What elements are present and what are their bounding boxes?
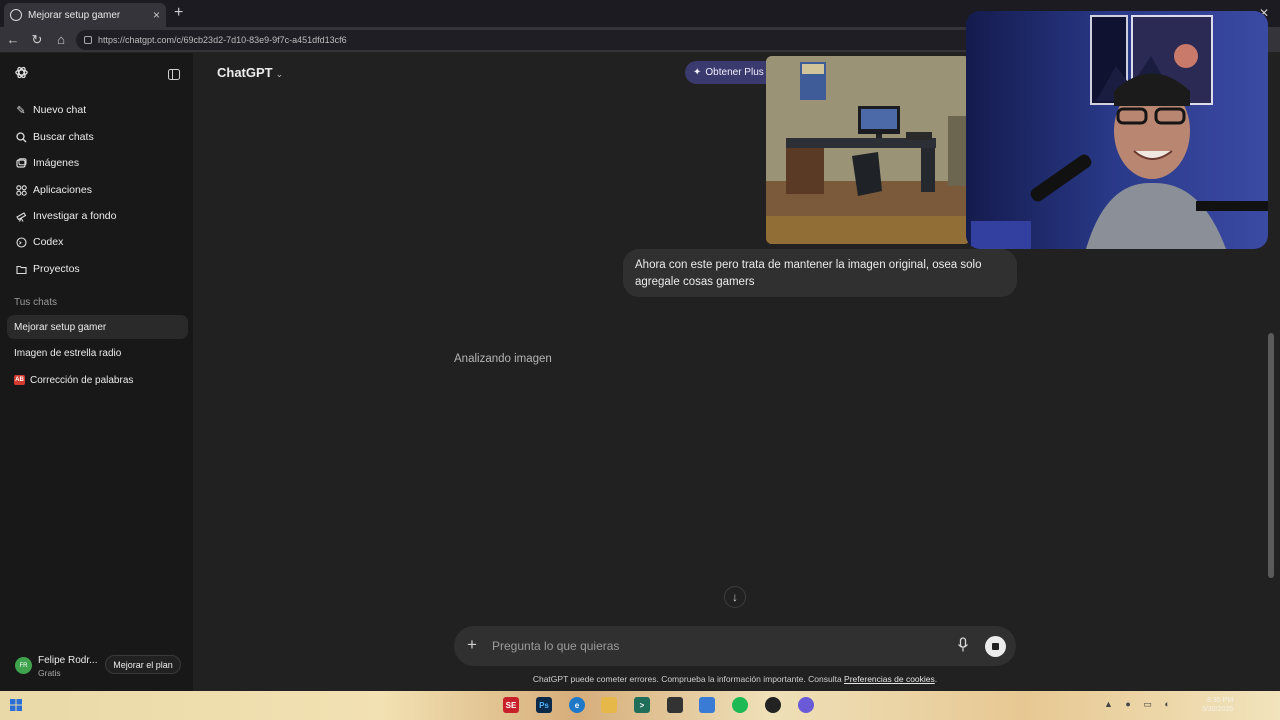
analyzing-status: Analizando imagen (454, 353, 552, 365)
lock-icon (84, 36, 92, 44)
webcam-overlay (966, 11, 1268, 249)
clock-date: 3/30/2026 (1202, 706, 1234, 713)
back-icon[interactable]: ← (5, 32, 21, 47)
section-label-tus-chats: Tus chats (14, 297, 57, 308)
windows-start-icon[interactable] (10, 699, 22, 711)
home-icon[interactable]: ⌂ (53, 32, 69, 47)
chatgpt-favicon-icon (10, 9, 22, 21)
page-scrollbar[interactable] (1268, 333, 1274, 578)
ab-badge-icon: AB (14, 375, 25, 385)
user-plan: Gratis (38, 668, 61, 678)
url-text: https://chatgpt.com/c/69cb23d2-7d10-83e9… (98, 35, 347, 45)
chat-item-estrella-radio[interactable]: Imagen de estrella radio (7, 341, 188, 365)
sidebar-item-label: Nuevo chat (33, 104, 87, 116)
sidebar-item-label: Codex (33, 236, 64, 248)
arrow-down-icon: ↓ (732, 590, 738, 604)
chevron-down-icon: ⌄ (275, 69, 284, 79)
cookie-preferences-link[interactable]: Preferencias de cookies (844, 674, 935, 684)
browser-tab[interactable]: Mejorar setup gamer × (4, 3, 166, 27)
apps-icon (15, 184, 27, 196)
sidebar-item-nuevo-chat[interactable]: ✎ Nuevo chat (8, 98, 188, 122)
sidebar-item-aplicaciones[interactable]: Aplicaciones (8, 178, 188, 202)
model-label: ChatGPT (217, 65, 273, 80)
uploaded-room-image[interactable] (766, 56, 970, 244)
model-selector[interactable]: ChatGPT ⌄ (217, 65, 283, 80)
disclaimer: ChatGPT puede cometer errores. Comprueba… (454, 674, 1016, 684)
openai-logo-icon[interactable] (14, 65, 29, 85)
search-icon (15, 131, 27, 143)
taskbar-clock[interactable]: 8:35 PM 3/30/2026 (1202, 696, 1233, 714)
get-plus-label: Obtener Plus (705, 67, 764, 78)
chat-item-mejorar-setup[interactable]: Mejorar setup gamer (7, 315, 188, 339)
url-field[interactable]: https://chatgpt.com/c/69cb23d2-7d10-83e9… (76, 30, 976, 50)
stop-icon (992, 643, 999, 650)
tab-close-icon[interactable]: × (153, 8, 160, 22)
microphone-icon[interactable] (957, 637, 973, 655)
sidebar-item-imagenes[interactable]: Imágenes (8, 151, 188, 175)
composer: + (454, 626, 1016, 666)
disclaimer-end: . (934, 674, 938, 684)
sidebar-item-label: Buscar chats (33, 131, 94, 143)
sidebar-item-label: Imágenes (33, 157, 80, 169)
discord-icon[interactable] (798, 697, 814, 713)
codex-icon (15, 236, 27, 248)
terminal-icon[interactable]: > (634, 697, 650, 713)
chat-item-label: Mejorar setup gamer (14, 321, 107, 333)
taskbar: SE Ps e > ▲ ● ▭ ◐ 8:35 PM 3/30/2026 (0, 691, 1280, 720)
images-icon (15, 157, 27, 169)
chat-item-label: Corrección de palabras (30, 374, 134, 386)
clock-time: 8:35 PM (1207, 697, 1234, 704)
chat-item-correccion[interactable]: AB Corrección de palabras (7, 368, 188, 392)
sidebar-item-investigar[interactable]: Investigar a fondo (8, 204, 188, 228)
app-icon[interactable] (667, 697, 683, 713)
system-tray-icons[interactable]: ▲ ● ▭ ◐ (1104, 699, 1175, 710)
reload-icon[interactable]: ↻ (29, 32, 45, 48)
upgrade-plan-button[interactable]: Mejorar el plan (105, 655, 181, 674)
app-se-icon[interactable]: SE (503, 697, 519, 713)
sidebar-item-label: Aplicaciones (33, 184, 92, 196)
user-name: Felipe Rodr... (38, 655, 98, 666)
prompt-input[interactable] (492, 637, 912, 655)
scroll-down-button[interactable]: ↓ (724, 586, 746, 608)
avatar[interactable]: FR (15, 657, 32, 674)
sparkle-icon: ✦ (693, 67, 702, 78)
chat-item-label: Imagen de estrella radio (14, 347, 122, 359)
chart-app-icon[interactable] (699, 697, 715, 713)
file-explorer-icon[interactable] (601, 697, 617, 713)
sidebar-item-label: Proyectos (33, 263, 80, 275)
edit-icon: ✎ (16, 104, 26, 117)
sidebar-item-label: Investigar a fondo (33, 210, 117, 222)
folder-icon (15, 263, 27, 275)
telescope-icon (15, 210, 27, 222)
user-message-bubble: Ahora con este pero trata de mantener la… (623, 249, 1017, 297)
photoshop-icon[interactable]: Ps (536, 697, 552, 713)
disclaimer-text: ChatGPT puede cometer errores. Comprueba… (532, 674, 845, 684)
stop-generating-button[interactable] (985, 636, 1006, 657)
tab-title: Mejorar setup gamer (28, 9, 121, 21)
sidebar-item-codex[interactable]: Codex (8, 230, 188, 254)
add-attachment-icon[interactable]: + (467, 635, 477, 655)
sidebar: ✎ Nuevo chat Buscar chats Imágenes Aplic… (0, 53, 193, 691)
new-tab-icon[interactable]: + (174, 4, 183, 22)
user-profile-row[interactable]: FR Felipe Rodr... Gratis Mejorar el plan (0, 651, 193, 683)
obs-icon[interactable] (765, 697, 781, 713)
spotify-icon[interactable] (732, 697, 748, 713)
sidebar-toggle-icon[interactable] (168, 67, 180, 85)
sidebar-item-buscar-chats[interactable]: Buscar chats (8, 125, 188, 149)
edge-icon[interactable]: e (569, 697, 585, 713)
sidebar-item-proyectos[interactable]: Proyectos (8, 257, 188, 281)
